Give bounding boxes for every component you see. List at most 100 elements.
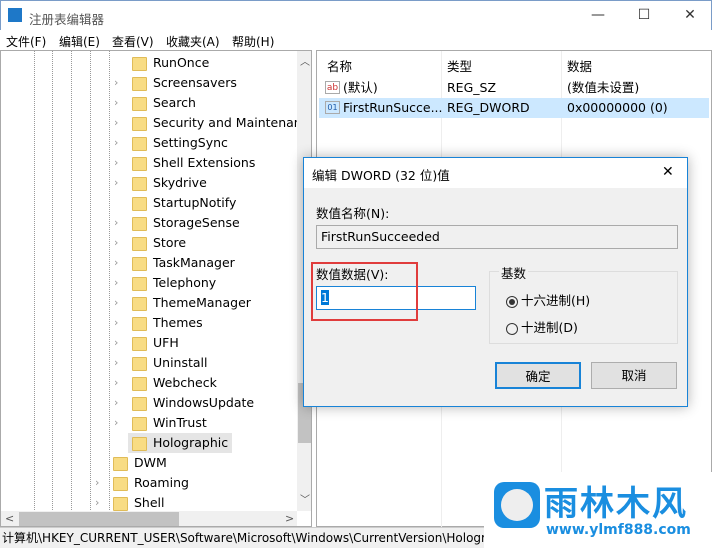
binary-value-icon: 01 [325, 101, 340, 114]
tree-item[interactable]: › WinTrust [114, 413, 211, 433]
tree-item[interactable]: › Themes [114, 313, 207, 333]
scroll-right-icon[interactable]: > [285, 512, 294, 525]
expand-chevron-icon[interactable]: › [114, 133, 118, 153]
scroll-left-icon[interactable]: < [5, 512, 14, 525]
column-name[interactable]: 名称 [327, 56, 352, 75]
tree-item-label: WindowsUpdate [153, 395, 255, 410]
tree-item-label: TaskManager [153, 255, 235, 270]
watermark-url: www.ylmf888.com [546, 522, 691, 538]
tree-item[interactable]: › StorageSense [114, 213, 244, 233]
value-name-field: FirstRunSucceeded [316, 225, 678, 249]
tree-item-label: UFH [153, 335, 179, 350]
expand-chevron-icon[interactable]: › [114, 73, 118, 93]
expand-chevron-icon[interactable]: › [114, 373, 118, 393]
radio-hex-icon[interactable] [506, 295, 518, 308]
folder-icon [132, 336, 147, 351]
tree-item-label: DWM [134, 455, 167, 470]
value-name-label: 数值名称(N): [316, 206, 390, 221]
expand-chevron-icon[interactable]: › [114, 253, 118, 273]
expand-chevron-icon[interactable]: › [114, 153, 118, 173]
highlight-box [311, 262, 418, 321]
tree-item-label: Shell [134, 495, 165, 510]
tree-item-label: Uninstall [153, 355, 208, 370]
expand-chevron-icon[interactable]: › [114, 413, 118, 433]
expand-chevron-icon[interactable]: › [114, 393, 118, 413]
folder-icon [132, 396, 147, 411]
tree-item[interactable]: › TaskManager [114, 253, 239, 273]
expand-chevron-icon[interactable]: › [114, 273, 118, 293]
tree-item[interactable]: › SettingSync [114, 133, 232, 153]
expand-chevron-icon[interactable]: › [114, 93, 118, 113]
scroll-up-icon[interactable]: ︿ [300, 53, 310, 68]
watermark-logo-icon [494, 482, 540, 528]
menu-edit[interactable]: 编辑(E) [59, 33, 100, 50]
folder-icon [132, 316, 147, 331]
expand-chevron-icon[interactable]: › [95, 493, 99, 513]
folder-icon [132, 96, 147, 111]
folder-icon [132, 416, 147, 431]
tree-item[interactable]: DWM [109, 453, 171, 473]
folder-icon [132, 276, 147, 291]
tree-item[interactable]: › UFH [114, 333, 183, 353]
ok-button[interactable]: 确定 [495, 362, 581, 389]
column-type[interactable]: 类型 [447, 56, 472, 75]
tree-item[interactable]: › Shell [95, 493, 169, 513]
menu-help[interactable]: 帮助(H) [232, 33, 274, 50]
list-row[interactable]: ab (默认) REG_SZ (数值未设置) [319, 78, 709, 98]
dialog-close-button[interactable]: ✕ [662, 164, 674, 180]
registry-tree[interactable]: RunOnce › Screensavers › Search › Security and… [0, 50, 312, 527]
expand-chevron-icon[interactable]: › [114, 213, 118, 233]
column-data[interactable]: 数据 [567, 56, 592, 75]
hscroll-thumb[interactable] [19, 512, 179, 526]
folder-icon [132, 176, 147, 191]
tree-item[interactable]: › Screensavers [114, 73, 241, 93]
tree-item[interactable]: › WindowsUpdate [114, 393, 258, 413]
maximize-button[interactable]: ☐ [621, 7, 667, 23]
tree-item-label: ThemeManager [153, 295, 251, 310]
folder-icon [132, 256, 147, 271]
radio-hex[interactable]: 十六进制(H) [506, 290, 590, 309]
watermark-brand: 雨林木风 [544, 484, 688, 524]
tree-item[interactable]: › Security and Maintenan [114, 113, 306, 133]
dialog-title-bar: 编辑 DWORD (32 位)值 ✕ [304, 158, 687, 188]
folder-icon [113, 496, 128, 511]
expand-chevron-icon[interactable]: › [114, 173, 118, 193]
tree-item[interactable]: › Webcheck [114, 373, 221, 393]
folder-icon [132, 196, 147, 211]
radio-decimal[interactable]: 十进制(D) [506, 317, 578, 336]
list-row-selected[interactable]: 01 FirstRunSucce... REG_DWORD 0x00000000… [319, 98, 709, 118]
expand-chevron-icon[interactable]: › [114, 113, 118, 133]
tree-item[interactable]: Holographic [128, 433, 233, 453]
expand-chevron-icon[interactable]: › [114, 353, 118, 373]
menu-view[interactable]: 查看(V) [112, 33, 154, 50]
menu-bar: 文件(F) 编辑(E) 查看(V) 收藏夹(A) 帮助(H) [0, 30, 712, 50]
close-button[interactable]: ✕ [667, 7, 712, 23]
menu-favorites[interactable]: 收藏夹(A) [166, 33, 220, 50]
tree-item-label: Shell Extensions [153, 155, 256, 170]
radio-decimal-icon[interactable] [506, 322, 518, 335]
tree-item[interactable]: StartupNotify [128, 193, 240, 213]
string-value-icon: ab [325, 81, 340, 94]
tree-item[interactable]: › Store [114, 233, 190, 253]
expand-chevron-icon[interactable]: › [114, 313, 118, 333]
tree-item-label: Themes [153, 315, 203, 330]
tree-item[interactable]: › Skydrive [114, 173, 211, 193]
tree-item[interactable]: › Search [114, 93, 200, 113]
expand-chevron-icon[interactable]: › [114, 333, 118, 353]
tree-item[interactable]: RunOnce [128, 53, 213, 73]
tree-item[interactable]: › Roaming [95, 473, 193, 493]
expand-chevron-icon[interactable]: › [114, 293, 118, 313]
scroll-down-icon[interactable]: ﹀ [300, 491, 310, 506]
tree-item[interactable]: › Telephony [114, 273, 220, 293]
expand-chevron-icon[interactable]: › [114, 233, 118, 253]
tree-item[interactable]: › Shell Extensions [114, 153, 259, 173]
expand-chevron-icon[interactable]: › [95, 473, 99, 493]
folder-icon [132, 116, 147, 131]
tree-item[interactable]: › ThemeManager [114, 293, 255, 313]
cancel-button[interactable]: 取消 [591, 362, 677, 389]
menu-file[interactable]: 文件(F) [6, 33, 46, 50]
minimize-button[interactable]: — [575, 7, 621, 23]
tree-item[interactable]: › Uninstall [114, 353, 212, 373]
tree-horizontal-scrollbar[interactable]: < > [1, 511, 297, 526]
tree-item-label: Security and Maintenan [153, 115, 302, 130]
